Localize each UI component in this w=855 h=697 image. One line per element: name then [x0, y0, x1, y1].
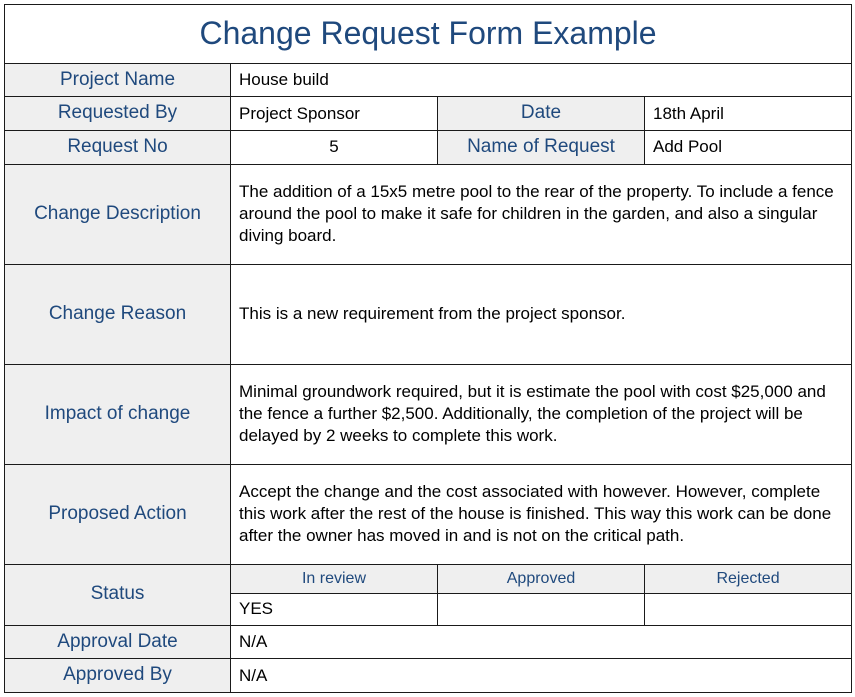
approval-date-value: N/A	[231, 625, 852, 659]
status-header-in-review: In review	[231, 564, 438, 594]
approved-by-label: Approved By	[5, 659, 231, 693]
project-name-label: Project Name	[5, 63, 231, 97]
name-of-request-value: Add Pool	[645, 130, 852, 164]
requested-by-value: Project Sponsor	[231, 97, 438, 131]
request-no-label: Request No	[5, 130, 231, 164]
name-of-request-label: Name of Request	[438, 130, 645, 164]
date-label: Date	[438, 97, 645, 131]
approval-date-label: Approval Date	[5, 625, 231, 659]
date-value: 18th April	[645, 97, 852, 131]
status-rejected-value	[645, 594, 852, 625]
project-name-value: House build	[231, 63, 852, 97]
change-reason-value: This is a new requirement from the proje…	[231, 264, 852, 364]
proposed-action-value: Accept the change and the cost associate…	[231, 464, 852, 564]
impact-value: Minimal groundwork required, but it is e…	[231, 364, 852, 464]
requested-by-label: Requested By	[5, 97, 231, 131]
status-header-approved: Approved	[438, 564, 645, 594]
change-reason-label: Change Reason	[5, 264, 231, 364]
proposed-action-label: Proposed Action	[5, 464, 231, 564]
status-approved-value	[438, 594, 645, 625]
status-label: Status	[5, 564, 231, 625]
change-description-value: The addition of a 15x5 metre pool to the…	[231, 164, 852, 264]
approved-by-value: N/A	[231, 659, 852, 693]
change-description-label: Change Description	[5, 164, 231, 264]
request-no-value: 5	[231, 130, 438, 164]
form-title: Change Request Form Example	[5, 5, 852, 64]
impact-label: Impact of change	[5, 364, 231, 464]
status-in-review-value: YES	[231, 594, 438, 625]
status-header-rejected: Rejected	[645, 564, 852, 594]
change-request-form: Change Request Form Example Project Name…	[4, 4, 852, 693]
